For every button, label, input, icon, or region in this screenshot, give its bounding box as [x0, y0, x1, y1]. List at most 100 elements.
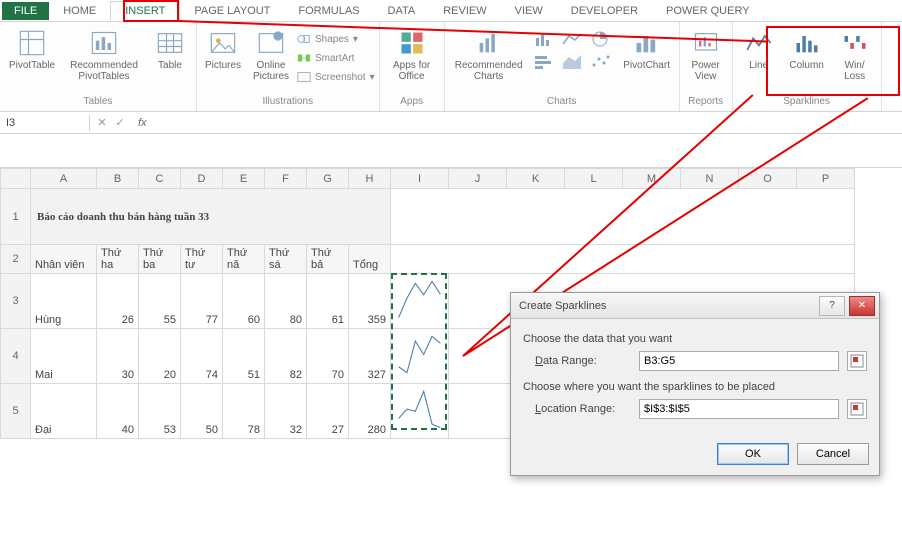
- pivot-chart-button[interactable]: PivotChart: [619, 28, 675, 71]
- row-header[interactable]: 1: [1, 189, 31, 245]
- col-header[interactable]: L: [565, 169, 623, 189]
- data-cell[interactable]: 61: [307, 274, 349, 329]
- ok-button[interactable]: OK: [717, 443, 789, 465]
- header-cell[interactable]: Thứ tư: [181, 245, 223, 274]
- location-range-input[interactable]: [639, 399, 839, 419]
- col-header[interactable]: D: [181, 169, 223, 189]
- col-header[interactable]: F: [265, 169, 307, 189]
- smartart-button[interactable]: SmartArt: [297, 49, 375, 67]
- pivot-table-button[interactable]: PivotTable: [4, 28, 60, 71]
- chart-pie-button[interactable]: [589, 30, 615, 51]
- header-cell[interactable]: Nhân viên: [31, 245, 97, 274]
- power-view-button[interactable]: Power View: [684, 28, 728, 82]
- data-cell[interactable]: 327: [349, 329, 391, 384]
- close-icon[interactable]: ✕: [849, 296, 875, 316]
- data-cell[interactable]: Hùng: [31, 274, 97, 329]
- col-header[interactable]: B: [97, 169, 139, 189]
- col-header[interactable]: C: [139, 169, 181, 189]
- data-cell[interactable]: 27: [307, 384, 349, 439]
- tab-view[interactable]: VIEW: [501, 2, 557, 20]
- col-header[interactable]: J: [449, 169, 507, 189]
- data-cell[interactable]: 70: [307, 329, 349, 384]
- col-header[interactable]: P: [797, 169, 855, 189]
- header-cell[interactable]: Thứ nă: [223, 245, 265, 274]
- header-cell[interactable]: Thứ bả: [307, 245, 349, 274]
- header-cell[interactable]: Thứ ba: [139, 245, 181, 274]
- col-header[interactable]: I: [391, 169, 449, 189]
- pictures-button[interactable]: Pictures: [201, 28, 245, 71]
- sparkline-cell[interactable]: [391, 274, 449, 329]
- tab-developer[interactable]: DEVELOPER: [557, 2, 652, 20]
- col-header[interactable]: O: [739, 169, 797, 189]
- apps-for-office-button[interactable]: Apps for Office: [384, 28, 440, 82]
- recommended-charts-button[interactable]: Recommended Charts: [449, 28, 529, 82]
- data-range-input[interactable]: [639, 351, 839, 371]
- range-picker-icon[interactable]: [847, 351, 867, 371]
- data-cell[interactable]: 20: [139, 329, 181, 384]
- data-cell[interactable]: 60: [223, 274, 265, 329]
- screenshot-button[interactable]: Screenshot ▾: [297, 68, 375, 86]
- tab-page-layout[interactable]: PAGE LAYOUT: [180, 2, 284, 20]
- sparkline-cell[interactable]: [391, 329, 449, 384]
- sparkline-cell[interactable]: [391, 384, 449, 439]
- col-header[interactable]: H: [349, 169, 391, 189]
- recommended-pivot-icon: [89, 28, 119, 58]
- data-cell[interactable]: 32: [265, 384, 307, 439]
- row-header[interactable]: 2: [1, 245, 31, 274]
- dialog-titlebar[interactable]: Create Sparklines ? ✕: [511, 293, 879, 319]
- data-cell[interactable]: 280: [349, 384, 391, 439]
- fx-label[interactable]: fx: [132, 117, 153, 129]
- recommended-pivot-button[interactable]: Recommended PivotTables: [64, 28, 144, 82]
- group-apps-label: Apps: [400, 96, 423, 109]
- online-pictures-button[interactable]: Online Pictures: [249, 28, 293, 82]
- tab-review[interactable]: REVIEW: [429, 2, 500, 20]
- table-button[interactable]: Table: [148, 28, 192, 71]
- cancel-button[interactable]: Cancel: [797, 443, 869, 465]
- data-cell[interactable]: 40: [97, 384, 139, 439]
- col-header[interactable]: G: [307, 169, 349, 189]
- header-cell[interactable]: Tổng: [349, 245, 391, 274]
- cancel-formula-icon[interactable]: ✕: [94, 116, 110, 129]
- data-cell[interactable]: 30: [97, 329, 139, 384]
- data-cell[interactable]: 51: [223, 329, 265, 384]
- chart-scatter-button[interactable]: [589, 53, 615, 74]
- location-range-label: Location Range:: [535, 403, 631, 415]
- name-box[interactable]: I3: [0, 115, 90, 131]
- data-cell[interactable]: 80: [265, 274, 307, 329]
- tab-insert[interactable]: INSERT: [110, 1, 180, 21]
- tab-formulas[interactable]: FORMULAS: [284, 2, 373, 20]
- help-icon[interactable]: ?: [819, 296, 845, 316]
- data-cell[interactable]: 26: [97, 274, 139, 329]
- sparkline-column-button[interactable]: Column: [785, 28, 829, 71]
- row-header[interactable]: 3: [1, 274, 31, 329]
- sparkline-winloss-button[interactable]: Win/ Loss: [833, 28, 877, 82]
- data-cell[interactable]: 74: [181, 329, 223, 384]
- tab-data[interactable]: DATA: [374, 2, 430, 20]
- title-cell[interactable]: Báo cáo doanh thu bán hàng tuần 33: [31, 189, 391, 245]
- tab-power-query[interactable]: POWER QUERY: [652, 2, 764, 20]
- data-cell[interactable]: Mai: [31, 329, 97, 384]
- data-cell[interactable]: 82: [265, 329, 307, 384]
- accept-formula-icon[interactable]: ✓: [112, 116, 128, 129]
- chart-bar-button[interactable]: [533, 53, 559, 74]
- chart-area-button[interactable]: [561, 53, 587, 74]
- data-cell[interactable]: Đại: [31, 384, 97, 439]
- header-cell[interactable]: Thứ ha: [97, 245, 139, 274]
- data-cell[interactable]: 77: [181, 274, 223, 329]
- col-header[interactable]: K: [507, 169, 565, 189]
- col-header[interactable]: A: [31, 169, 97, 189]
- tab-home[interactable]: HOME: [49, 2, 110, 20]
- data-cell[interactable]: 55: [139, 274, 181, 329]
- data-cell[interactable]: 359: [349, 274, 391, 329]
- row-header[interactable]: 4: [1, 329, 31, 384]
- tab-file[interactable]: FILE: [2, 2, 49, 20]
- data-cell[interactable]: 53: [139, 384, 181, 439]
- col-header[interactable]: E: [223, 169, 265, 189]
- row-header[interactable]: 5: [1, 384, 31, 439]
- shapes-button[interactable]: Shapes ▾: [297, 30, 375, 48]
- data-cell[interactable]: 78: [223, 384, 265, 439]
- data-cell[interactable]: 50: [181, 384, 223, 439]
- range-picker-icon[interactable]: [847, 399, 867, 419]
- sparkline-line-button[interactable]: Line: [737, 28, 781, 71]
- header-cell[interactable]: Thứ sá: [265, 245, 307, 274]
